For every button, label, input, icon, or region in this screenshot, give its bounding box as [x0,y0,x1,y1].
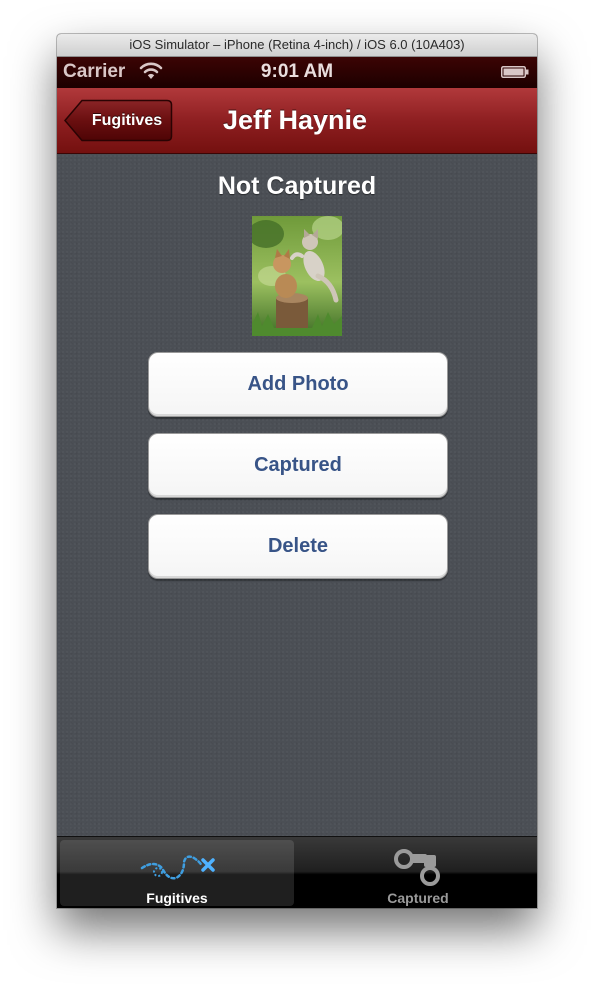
page-title: Jeff Haynie [222,105,368,135]
fugitive-photo [252,216,342,336]
status-bar: Carrier 9:01 AM [57,57,537,88]
tab-captured-label: Captured [387,890,449,906]
tab-captured[interactable]: Captured [301,840,535,906]
handcuffs-icon [394,849,440,886]
simulator-window: iOS Simulator – iPhone (Retina 4-inch) /… [57,34,537,908]
navigation-bar: Fugitives Jeff Haynie [57,88,537,154]
dotted-path-icon [140,855,215,880]
window-title: iOS Simulator – iPhone (Retina 4-inch) /… [57,34,537,57]
tab-fugitives[interactable]: Fugitives [60,840,294,906]
detail-view: Not Captured Add Photo Captured Delete [57,154,537,836]
captured-button[interactable]: Captured [148,433,448,498]
back-button-label: Fugitives [91,112,163,129]
back-button[interactable]: Fugitives [64,99,173,142]
capture-status: Not Captured [217,172,377,200]
desktop: iOS Simulator – iPhone (Retina 4-inch) /… [0,0,594,988]
add-photo-button[interactable]: Add Photo [148,352,448,417]
tab-fugitives-label: Fugitives [146,890,208,906]
kittens-photo [252,216,342,336]
tab-bar: Fugitives Captured [57,836,537,908]
delete-button[interactable]: Delete [148,514,448,579]
battery-icon [501,66,529,78]
status-time: 9:01 AM [260,61,334,82]
